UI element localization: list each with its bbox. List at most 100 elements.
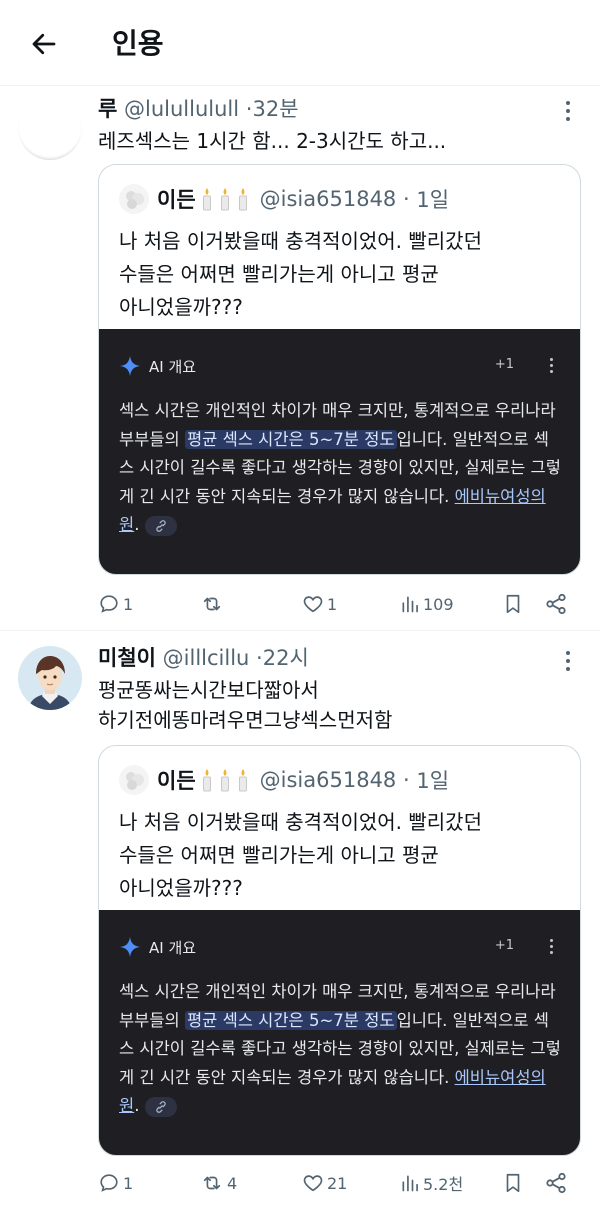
post-text-line: 하기전에똥마려우면그냥섹스먼저함: [98, 708, 393, 732]
reply-button[interactable]: 1: [98, 1168, 133, 1198]
post[interactable]: 미철이 @illlcillu ·22시 평균똥싸는시간보다짧아서 하기전에똥마려…: [0, 632, 600, 1209]
candle-icon: [202, 769, 211, 792]
post-header: 미철이 @illlcillu ·22시: [98, 643, 309, 673]
action-bar: 1 4 21 5.2천: [98, 1168, 578, 1198]
ai-overview-card[interactable]: AI 개요 +1 섹스 시간은 개인적인 차이가 매우 크지만, 통계적으로 우…: [99, 329, 580, 574]
bookmark-button[interactable]: [502, 589, 524, 619]
bookmark-button[interactable]: [502, 1168, 524, 1198]
like-count: 21: [327, 1173, 348, 1193]
avatar[interactable]: [18, 646, 82, 710]
quoted-post-header: 이든 @isia651848 · 1일: [119, 764, 449, 796]
reply-count: 1: [123, 594, 134, 614]
avatar[interactable]: [18, 96, 82, 160]
back-button[interactable]: [24, 24, 64, 64]
views-icon: [402, 1175, 418, 1192]
quoted-text-line: 나 처음 이거봤을때 충격적이었어. 빨리갔던: [119, 810, 482, 834]
reply-button[interactable]: 1: [98, 589, 133, 619]
reply-icon: [100, 595, 118, 613]
top-bar: 인용: [0, 0, 600, 86]
separator-dot: ·: [396, 187, 417, 211]
quoted-text-line: 수들은 어쩌면 빨리가는게 아니고 평균: [119, 843, 439, 867]
retweet-icon: [203, 597, 221, 611]
quoted-text-line: 나 처음 이거봤을때 충격적이었어. 빨리갔던: [119, 229, 482, 253]
ai-highlight: 평균 섹스 시간은 5~7분 정도: [184, 429, 397, 449]
reply-count: 1: [123, 1173, 134, 1193]
reply-icon: [100, 1174, 118, 1192]
quoted-post[interactable]: 이든 @isia651848 · 1일 나 처음 이거봤을때 충격적이었어. 빨…: [98, 164, 581, 575]
link-icon: [156, 1100, 167, 1113]
quoted-post-time: 1일: [416, 769, 450, 793]
link-icon: [156, 519, 167, 532]
post-text: 평균똥싸는시간보다짧아서 하기전에똥마려우면그냥섹스먼저함: [98, 675, 392, 735]
like-button[interactable]: 21: [302, 1168, 347, 1198]
post-text-line: 레즈섹스는 1시간 함... 2-3시간도 하고...: [98, 129, 447, 153]
share-icon: [546, 1172, 566, 1194]
user-name[interactable]: 미철이: [98, 646, 156, 670]
user-handle[interactable]: @lulullulull: [124, 97, 239, 121]
views-count: 5.2천: [423, 1175, 464, 1194]
share-button[interactable]: [544, 589, 568, 619]
retweet-button[interactable]: 4: [200, 1168, 237, 1198]
quoted-user-name: 이든: [157, 769, 196, 793]
candle-icon: [202, 188, 211, 211]
post-text-line: 평균똥싸는시간보다짧아서: [98, 678, 319, 702]
separator-dot: ·: [396, 768, 417, 792]
ai-plus-count[interactable]: +1: [495, 938, 514, 953]
candle-icon: [238, 188, 247, 211]
quoted-avatar[interactable]: [119, 184, 149, 214]
retweet-button[interactable]: [200, 589, 227, 619]
action-bar: 1 1 109: [98, 589, 578, 619]
page-title: 인용: [112, 27, 164, 60]
candle-icon: [238, 769, 247, 792]
link-chip[interactable]: [145, 1096, 178, 1117]
post-text: 레즈섹스는 1시간 함... 2-3시간도 하고...: [98, 126, 446, 156]
ai-overview-header: AI 개요: [119, 932, 196, 962]
views-button[interactable]: 109: [400, 589, 454, 619]
ai-overview-card[interactable]: AI 개요 +1 섹스 시간은 개인적인 차이가 매우 크지만, 통계적으로 우…: [99, 910, 580, 1155]
more-vertical-icon[interactable]: [558, 646, 578, 676]
separator-dot: ·: [256, 646, 263, 670]
sparkle-icon: [119, 936, 141, 958]
candle-emojis: [200, 768, 250, 792]
post-time[interactable]: 22시: [263, 646, 309, 670]
post-time[interactable]: 32분: [252, 97, 298, 121]
quoted-text-line: 아니었을까???: [119, 876, 243, 900]
quoted-text-line: 아니었을까???: [119, 295, 243, 319]
share-icon: [546, 593, 566, 615]
quoted-avatar[interactable]: [119, 765, 149, 795]
retweet-count: 4: [227, 1173, 238, 1193]
more-vertical-icon[interactable]: [546, 355, 556, 375]
views-count: 109: [423, 594, 454, 614]
quoted-post-text: 나 처음 이거봤을때 충격적이었어. 빨리갔던 수들은 어쩌면 빨리가는게 아니…: [119, 806, 482, 905]
user-handle[interactable]: @illlcillu: [163, 646, 250, 670]
heart-icon: [303, 1175, 323, 1192]
ai-highlight: 평균 섹스 시간은 5~7분 정도: [184, 1010, 397, 1030]
quoted-post-header: 이든 @isia651848 · 1일: [119, 183, 449, 215]
quoted-user-name: 이든: [157, 188, 196, 212]
heart-icon: [303, 596, 323, 613]
ai-overview-text: 섹스 시간은 개인적인 차이가 매우 크지만, 통계적으로 우리나라 부부들의 …: [119, 397, 564, 540]
bookmark-icon: [506, 594, 520, 614]
like-button[interactable]: 1: [302, 589, 337, 619]
ai-plus-count[interactable]: +1: [495, 357, 514, 372]
post[interactable]: 루 @lulullulull · 32분 레즈섹스는 1시간 함... 2-3시간…: [0, 86, 600, 631]
more-vertical-icon[interactable]: [558, 96, 578, 126]
candle-icon: [220, 188, 229, 211]
user-name[interactable]: 루: [98, 97, 117, 121]
quoted-text-line: 수들은 어쩌면 빨리가는게 아니고 평균: [119, 262, 439, 286]
arrow-left-icon: [32, 33, 56, 55]
ai-text-period: .: [134, 515, 140, 534]
quoted-user-handle: @isia651848: [259, 768, 397, 792]
share-button[interactable]: [544, 1168, 568, 1198]
views-icon: [402, 596, 418, 613]
more-vertical-icon[interactable]: [546, 936, 556, 956]
views-button[interactable]: 5.2천: [400, 1168, 463, 1198]
link-chip[interactable]: [145, 515, 178, 536]
quoted-post-time: 1일: [416, 188, 450, 212]
bookmark-icon: [506, 1173, 520, 1193]
retweet-icon: [203, 1176, 221, 1190]
sparkle-icon: [119, 355, 141, 377]
quoted-post[interactable]: 이든 @isia651848 · 1일 나 처음 이거봤을때 충격적이었어. 빨…: [98, 745, 581, 1156]
ai-text-period: .: [134, 1096, 140, 1115]
ai-overview-header: AI 개요: [119, 351, 196, 381]
